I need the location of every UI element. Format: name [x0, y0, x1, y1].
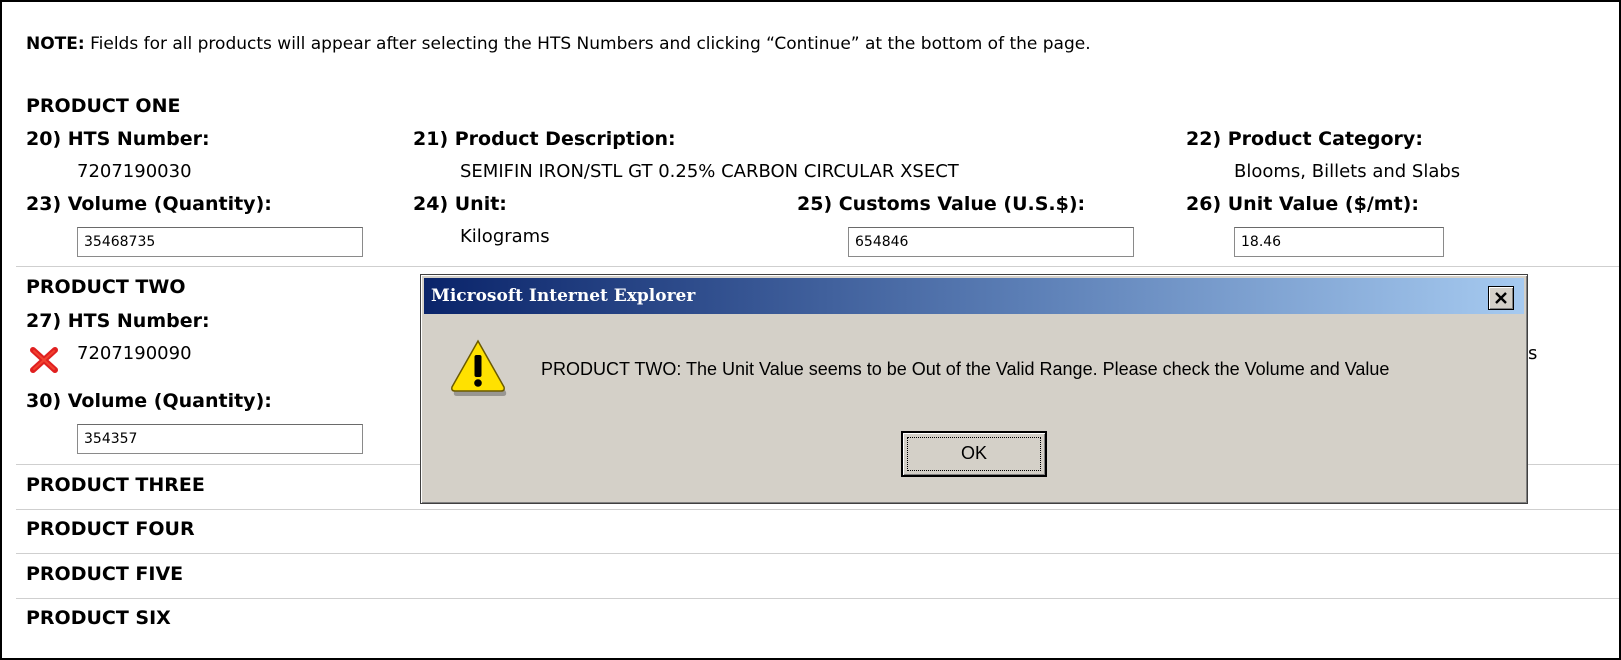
dialog-titlebar[interactable]: Microsoft Internet Explorer	[424, 278, 1524, 314]
product-one-category-value: Blooms, Billets and Slabs	[1234, 161, 1461, 182]
product-one-volume-input[interactable]	[77, 227, 363, 257]
product-one-hts-value: 7207190030	[77, 161, 192, 182]
product-one-hts-label: 20) HTS Number:	[26, 128, 210, 150]
alert-dialog: Microsoft Internet Explorer PRODUCT TWO:…	[420, 274, 1528, 504]
product-one-volume-label: 23) Volume (Quantity):	[26, 193, 272, 215]
product-four-title[interactable]: PRODUCT FOUR	[26, 518, 195, 540]
product-one-title: PRODUCT ONE	[26, 95, 181, 117]
dialog-title: Microsoft Internet Explorer	[431, 286, 696, 306]
ok-button-label: OK	[960, 443, 987, 463]
product-one-unit-value: Kilograms	[460, 226, 550, 247]
product-one-desc-value: SEMIFIN IRON/STL GT 0.25% CARBON CIRCULA…	[460, 161, 959, 182]
product-one-desc-label: 21) Product Description:	[413, 128, 676, 150]
product-two-hts-value: 7207190090	[77, 343, 192, 364]
product-five-title[interactable]: PRODUCT FIVE	[26, 563, 183, 585]
separator	[16, 553, 1619, 554]
close-icon	[1495, 292, 1507, 304]
product-one-unit-label: 24) Unit:	[413, 193, 507, 215]
separator	[16, 598, 1619, 599]
product-one-unit-value-label: 26) Unit Value ($/mt):	[1186, 193, 1419, 215]
product-one-unit-value-input[interactable]	[1234, 227, 1444, 257]
product-two-category-partial: s	[1528, 343, 1538, 364]
product-two-volume-label: 30) Volume (Quantity):	[26, 390, 272, 412]
separator	[16, 266, 1619, 267]
warning-icon	[451, 339, 507, 396]
ok-button[interactable]: OK	[901, 431, 1047, 477]
separator	[16, 509, 1619, 510]
note-body: Fields for all products will appear afte…	[90, 34, 1091, 54]
product-one-customs-input[interactable]	[848, 227, 1134, 257]
product-two-title: PRODUCT TWO	[26, 276, 186, 298]
dialog-message: PRODUCT TWO: The Unit Value seems to be …	[541, 359, 1390, 379]
product-six-title[interactable]: PRODUCT SIX	[26, 607, 171, 629]
note-label: NOTE:	[26, 34, 85, 54]
product-three-title[interactable]: PRODUCT THREE	[26, 474, 205, 496]
product-one-category-label: 22) Product Category:	[1186, 128, 1423, 150]
product-two-volume-input[interactable]	[77, 424, 363, 454]
close-button[interactable]	[1488, 286, 1514, 310]
note-text: NOTE: Fields for all products will appea…	[26, 34, 1091, 54]
product-one-customs-label: 25) Customs Value (U.S.$):	[797, 193, 1086, 215]
product-two-hts-label: 27) HTS Number:	[26, 310, 210, 332]
page-frame: NOTE: Fields for all products will appea…	[0, 0, 1621, 660]
error-x-icon[interactable]	[30, 347, 58, 373]
